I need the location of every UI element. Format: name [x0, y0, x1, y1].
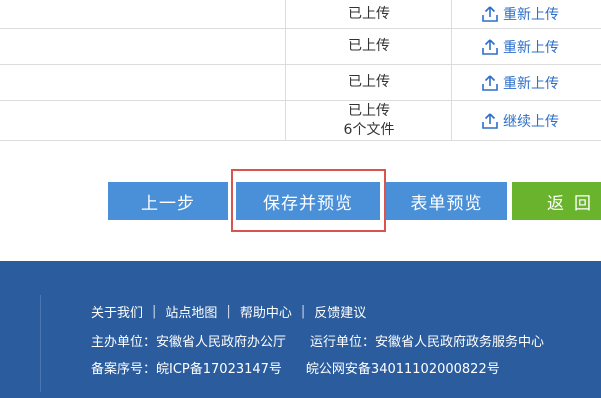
upload-status-cell: 已上传 — [287, 0, 452, 28]
footer-operator: 运行单位：安徽省人民政府政务服务中心 — [310, 335, 545, 350]
footer-separator: | — [300, 304, 306, 319]
previous-step-button[interactable]: 上一步 — [108, 182, 228, 220]
file-name-cell — [0, 29, 286, 64]
table-row: 已上传 重新上传 — [0, 65, 601, 101]
upload-icon — [482, 112, 498, 129]
reupload-label: 重新上传 — [503, 75, 559, 92]
file-count: 6个文件 — [343, 121, 395, 138]
reupload-link[interactable]: 重新上传 — [453, 65, 601, 100]
upload-status-cell: 已上传 — [287, 29, 452, 64]
footer-divider — [40, 295, 41, 392]
site-footer — [0, 261, 601, 398]
upload-status: 已上传 — [348, 38, 390, 54]
reupload-link[interactable]: 重新上传 — [453, 0, 601, 28]
footer-link-about[interactable]: 关于我们 — [91, 302, 143, 321]
table-row: 已上传 重新上传 — [0, 0, 601, 29]
footer-links: 关于我们 | 站点地图 | 帮助中心 | 反馈建议 — [91, 302, 366, 321]
reupload-label: 重新上传 — [503, 39, 559, 56]
footer-separator: | — [152, 304, 157, 319]
footer-link-sitemap[interactable]: 站点地图 — [165, 302, 217, 321]
upload-status: 已上传 — [348, 5, 390, 22]
upload-icon — [482, 74, 498, 91]
footer-link-help[interactable]: 帮助中心 — [240, 302, 292, 321]
upload-icon — [482, 38, 498, 55]
upload-icon — [482, 6, 498, 22]
file-name-cell — [0, 0, 286, 28]
reupload-link[interactable]: 重新上传 — [453, 29, 601, 64]
footer-icp: 备案序号：皖ICP备17023147号 — [91, 362, 282, 377]
footer-sponsor: 主办单位：安徽省人民政府办公厅 — [91, 335, 287, 350]
upload-status: 已上传 — [348, 74, 390, 90]
table-row: 已上传 重新上传 — [0, 29, 601, 65]
file-name-cell — [0, 101, 286, 140]
footer-police-record: 皖公网安备34011102000822号 — [305, 362, 500, 377]
file-name-cell — [0, 65, 286, 100]
continue-upload-link[interactable]: 继续上传 — [453, 101, 601, 140]
upload-status: 已上传 — [348, 102, 390, 119]
table-row: 已上传 6个文件 继续上传 — [0, 101, 601, 141]
reupload-label: 重新上传 — [503, 7, 559, 23]
return-button[interactable]: 返回 — [512, 182, 601, 220]
upload-status-cell: 已上传 6个文件 — [287, 101, 452, 140]
footer-org-info: 主办单位：安徽省人民政府办公厅 运行单位：安徽省人民政府政务服务中心 — [91, 331, 544, 350]
upload-status-cell: 已上传 — [287, 65, 452, 100]
highlight-box — [231, 169, 386, 232]
continue-upload-label: 继续上传 — [503, 113, 559, 130]
footer-link-feedback[interactable]: 反馈建议 — [314, 302, 366, 321]
footer-separator: | — [226, 304, 231, 319]
form-preview-button[interactable]: 表单预览 — [386, 182, 507, 220]
footer-registration-info: 备案序号：皖ICP备17023147号 皖公网安备34011102000822号 — [91, 358, 500, 377]
